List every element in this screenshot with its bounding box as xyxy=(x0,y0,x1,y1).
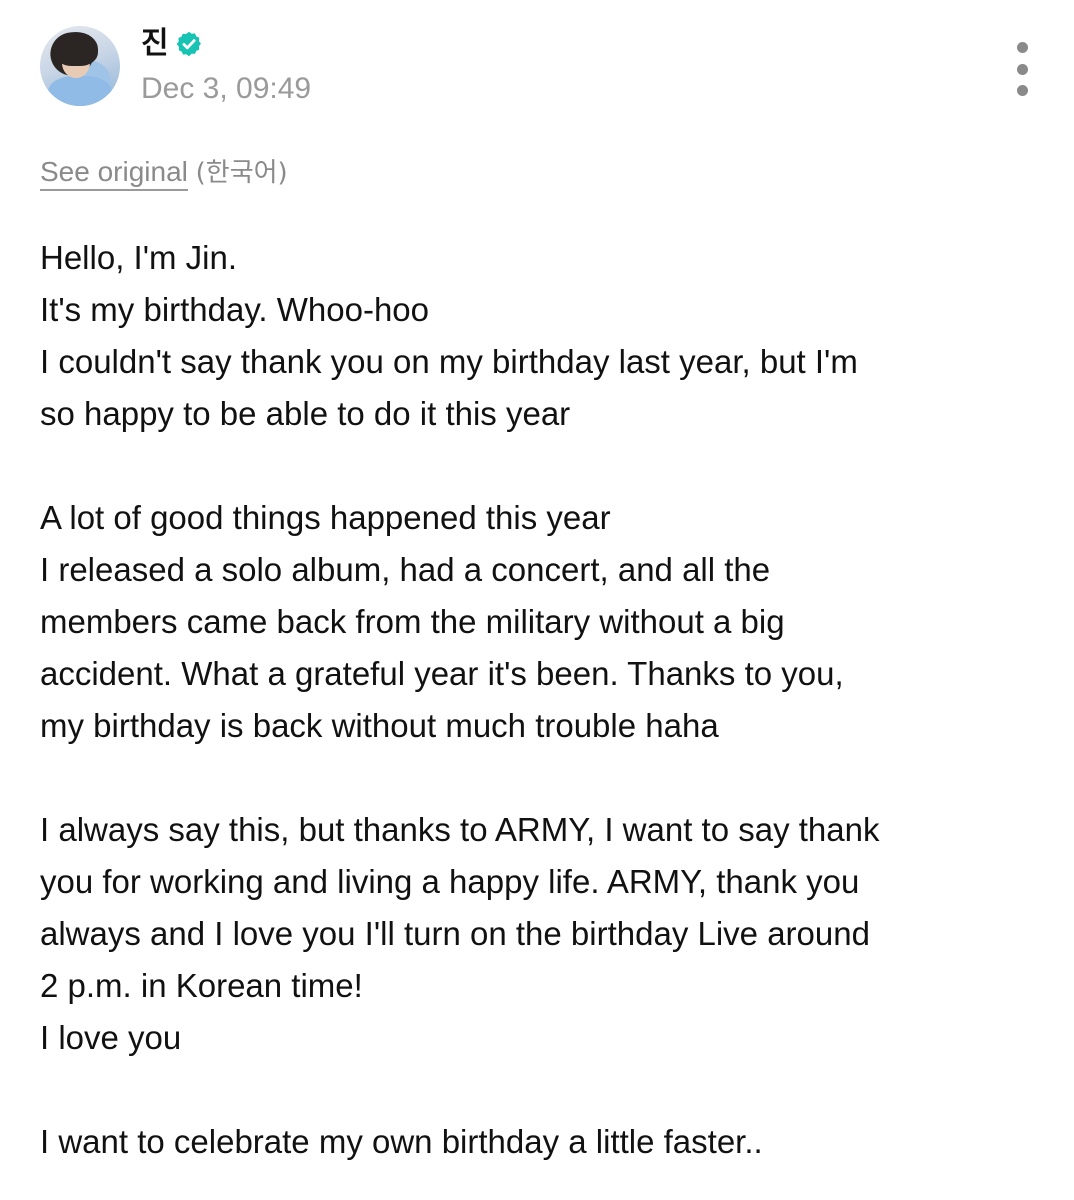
post-line: my birthday is back without much trouble… xyxy=(40,707,719,744)
post-line: I couldn't say thank you on my birthday … xyxy=(40,343,858,380)
original-language-label: (한국어) xyxy=(195,158,288,188)
more-vertical-icon-dot xyxy=(1016,63,1028,75)
post-header: 진 Dec 3, 09:49 xyxy=(40,24,1034,108)
avatar-hair xyxy=(54,32,98,66)
post-line: accident. What a grateful year it's been… xyxy=(40,655,844,692)
post-line: I always say this, but thanks to ARMY, I… xyxy=(40,811,880,848)
author-name-row: 진 xyxy=(141,24,203,64)
avatar-shirt xyxy=(48,76,112,106)
post-line: members came back from the military with… xyxy=(40,603,785,640)
post-line: always and I love you I'll turn on the b… xyxy=(40,915,870,952)
post-line: I want to celebrate my own birthday a li… xyxy=(40,1123,763,1160)
post-line: A lot of good things happened this year xyxy=(40,499,611,536)
post-line: I love you xyxy=(40,1019,182,1056)
more-options-button[interactable] xyxy=(1010,42,1034,96)
see-original-link[interactable]: See original xyxy=(40,156,188,191)
post-body: Hello, I'm Jin. It's my birthday. Whoo-h… xyxy=(40,232,1040,1168)
more-vertical-icon xyxy=(1016,42,1028,53)
verified-badge-icon xyxy=(176,31,201,57)
author-avatar[interactable] xyxy=(40,26,120,106)
author-name[interactable]: 진 xyxy=(141,24,169,64)
post-line: so happy to be able to do it this year xyxy=(40,395,571,432)
more-vertical-icon-dot xyxy=(1016,85,1028,96)
post-timestamp: Dec 3, 09:49 xyxy=(141,72,312,105)
post-line: 2 p.m. in Korean time! xyxy=(40,967,363,1004)
post-line: It's my birthday. Whoo-hoo xyxy=(40,291,430,328)
post-line: I released a solo album, had a concert, … xyxy=(40,551,771,588)
post-line: Hello, I'm Jin. xyxy=(40,239,238,276)
post-line: you for working and living a happy life.… xyxy=(40,863,860,900)
translation-notice: See original (한국어) xyxy=(40,152,288,193)
